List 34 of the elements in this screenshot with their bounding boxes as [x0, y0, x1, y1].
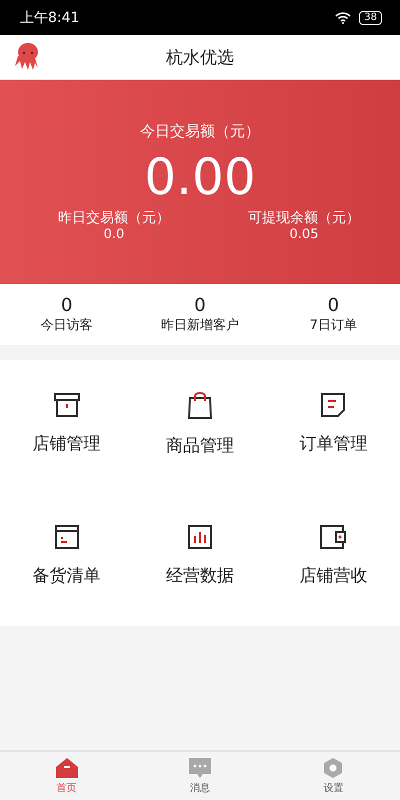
document-icon — [320, 392, 346, 418]
wifi-icon — [335, 12, 352, 24]
box-icon — [54, 524, 80, 550]
shopping-bag-icon — [186, 392, 214, 420]
status-time: 上午8:41 — [20, 8, 80, 26]
stat-value: 0.0 — [104, 227, 124, 242]
menu-item[interactable]: 订单管理 — [266, 362, 400, 494]
battery-level: 38 — [359, 10, 382, 24]
stat-label: 昨日交易额（元） — [58, 209, 170, 227]
today-label: 今日交易额（元） — [140, 122, 260, 141]
wallet-icon — [319, 524, 348, 550]
app-title: 杭水优选 — [166, 46, 234, 68]
counter-label: 今日访客 — [40, 317, 93, 334]
stat-value: 0.05 — [290, 227, 318, 242]
counter-label: 昨日新增客户 — [160, 317, 239, 334]
settings-icon — [323, 758, 344, 778]
menu-item[interactable]: 备货清单 — [0, 494, 134, 626]
tab[interactable]: 设置 — [266, 752, 400, 800]
counter-value: 0 — [194, 295, 206, 316]
home-icon — [56, 758, 78, 778]
menu-item[interactable]: 店铺营收 — [266, 494, 400, 626]
counter-value: 0 — [60, 295, 72, 316]
today-amount: 0.00 — [144, 147, 256, 207]
menu-item[interactable]: 商品管理 — [133, 362, 267, 494]
box-icon — [52, 392, 81, 418]
stat-label: 可提现余额（元） — [248, 209, 360, 227]
chat-icon — [188, 758, 211, 778]
tab[interactable]: 消息 — [133, 752, 267, 800]
counter-value: 0 — [328, 295, 340, 316]
tab[interactable]: 首页 — [0, 752, 134, 800]
menu-item[interactable]: 经营数据 — [133, 494, 267, 626]
counter-label: 7日订单 — [310, 317, 357, 334]
bar-chart-icon — [186, 524, 213, 550]
menu-item[interactable]: 店铺管理 — [0, 362, 134, 494]
